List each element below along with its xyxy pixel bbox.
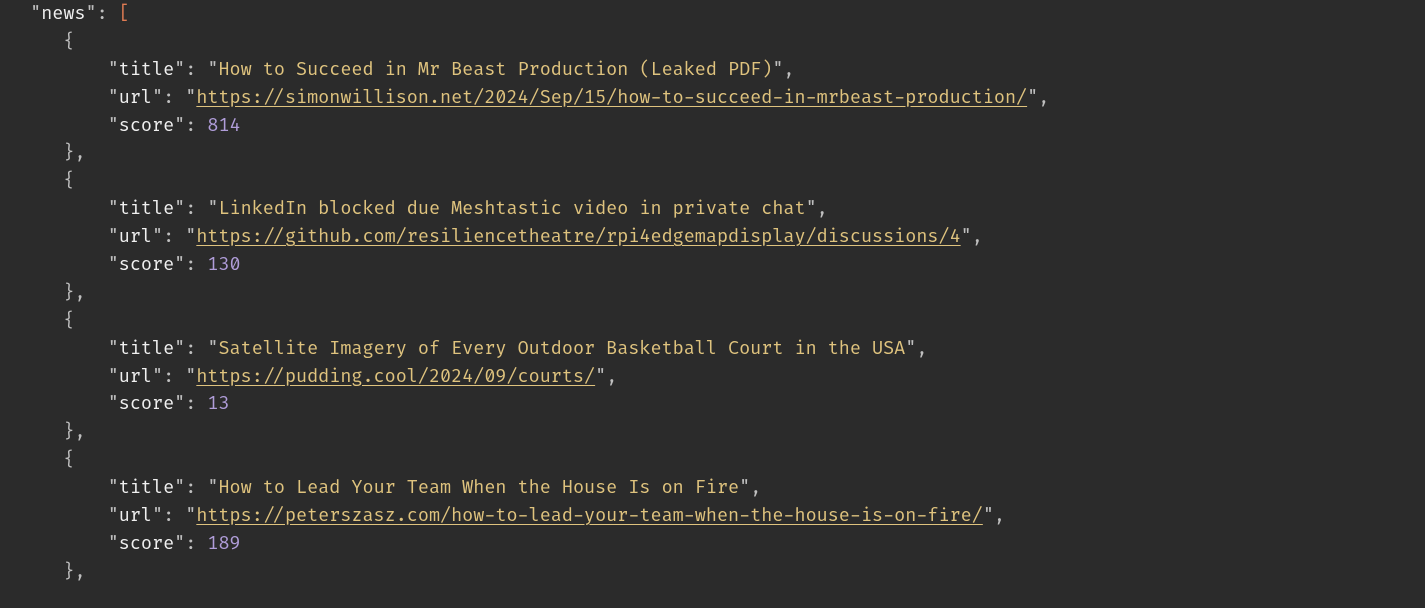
news-item-url[interactable]: https://peterszasz.com/how-to-lead-your-… <box>196 504 982 527</box>
news-item-url[interactable]: https://pudding.cool/2024/09/courts/ <box>196 365 595 388</box>
news-item-score: 13 <box>207 392 229 415</box>
json-key-url: url <box>119 504 152 527</box>
news-item-title: How to Lead Your Team When the House Is … <box>218 476 739 499</box>
news-item-title: How to Succeed in Mr Beast Production (L… <box>218 58 772 81</box>
news-item-score: 814 <box>207 114 240 137</box>
json-key-score: score <box>119 392 174 415</box>
json-key-score: score <box>119 532 174 555</box>
json-key-score: score <box>119 114 174 137</box>
json-key-url: url <box>119 365 152 388</box>
news-item-url[interactable]: https://simonwillison.net/2024/Sep/15/ho… <box>196 86 1027 109</box>
json-root-key: news <box>41 2 85 25</box>
json-key-url: url <box>119 86 152 109</box>
news-item-title: LinkedIn blocked due Meshtastic video in… <box>218 197 805 220</box>
news-item-title: Satellite Imagery of Every Outdoor Baske… <box>218 337 905 360</box>
news-item-url[interactable]: https://github.com/resiliencetheatre/rpi… <box>196 225 960 248</box>
news-item-score: 130 <box>207 253 240 276</box>
json-key-title: title <box>119 197 174 220</box>
json-key-title: title <box>119 337 174 360</box>
json-key-score: score <box>119 253 174 276</box>
news-item-score: 189 <box>207 532 240 555</box>
json-key-title: title <box>119 58 174 81</box>
json-key-url: url <box>119 225 152 248</box>
json-code-block: "news": [ { "title": "How to Succeed in … <box>0 0 1425 586</box>
json-key-title: title <box>119 476 174 499</box>
